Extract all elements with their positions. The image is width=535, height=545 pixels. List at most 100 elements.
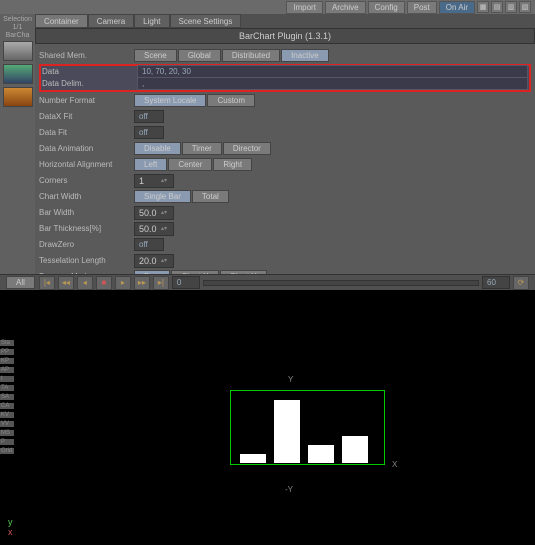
plugin-icon-3[interactable] (3, 87, 33, 107)
progmode-chartx[interactable]: Chart X (171, 270, 218, 274)
vlbl: I (0, 376, 14, 382)
sharedmem-label: Shared Mem. (39, 51, 134, 60)
axis-y-label: Y (288, 375, 293, 384)
scope-global[interactable]: Global (178, 49, 221, 62)
corners-input[interactable]: 1▴▾ (134, 174, 174, 188)
time-current[interactable]: 0 (172, 276, 200, 289)
datafit-toggle[interactable]: off (134, 126, 164, 139)
vlbl: P (0, 439, 14, 445)
bwidth-label: Bar Width (39, 208, 134, 217)
layout4-icon[interactable]: ▧ (519, 1, 531, 13)
gizmo-x-icon: x (8, 527, 13, 537)
cwidth-label: Chart Width (39, 192, 134, 201)
bthick-input[interactable]: 50.0▴▾ (134, 222, 174, 236)
axis-neg-y-label: -Y (285, 485, 293, 494)
bar-1 (240, 454, 266, 463)
anim-director[interactable]: Director (223, 142, 271, 155)
goto-end-icon[interactable]: ▸| (153, 276, 169, 290)
dataxfit-toggle[interactable]: off (134, 110, 164, 123)
anim-label: Data Animation (39, 144, 134, 153)
delim-label: Data Delim. (42, 79, 137, 88)
corners-label: Corners (39, 176, 134, 185)
timeline-all[interactable]: All (6, 276, 35, 289)
bar-2 (274, 400, 300, 463)
plugin-icon-1[interactable] (3, 41, 33, 61)
vlbl: KV (0, 412, 14, 418)
3d-viewport[interactable]: Sta PP KP AP I TA SA CA KV VV MS P Grid … (0, 290, 535, 545)
layout3-icon[interactable]: ▥ (505, 1, 517, 13)
cwidth-total[interactable]: Total (192, 190, 229, 203)
tab-container[interactable]: Container (35, 14, 88, 28)
drawzero-label: DrawZero (39, 240, 134, 249)
plugin-icon-2[interactable] (3, 64, 33, 84)
properties-panel: Shared Mem. Scene Global Distributed Ina… (35, 44, 535, 274)
viewport-labels: Sta PP KP AP I TA SA CA KV VV MS P Grid (0, 340, 14, 454)
axis-gizmo: y x (8, 517, 13, 537)
bar-3 (308, 445, 334, 463)
stop-icon[interactable]: ■ (96, 276, 112, 290)
scope-inactive[interactable]: Inactive (281, 49, 329, 62)
post-button[interactable]: Post (407, 1, 437, 14)
halign-center[interactable]: Center (168, 158, 212, 171)
step-back-icon[interactable]: ◂◂ (58, 276, 74, 290)
progmode-label: ProgressMode (39, 272, 134, 274)
progmode-bars[interactable]: Bars (134, 270, 170, 274)
scope-scene[interactable]: Scene (134, 49, 177, 62)
tab-scene-settings[interactable]: Scene Settings (170, 14, 242, 28)
vlbl: PP (0, 349, 14, 355)
data-label: Data (42, 67, 137, 76)
time-end[interactable]: 60 (482, 276, 510, 289)
selection-item: BarCha (2, 32, 33, 39)
selection-sidebar: Selection 1/1 BarCha (0, 14, 35, 274)
play-icon[interactable]: ▸ (115, 276, 131, 290)
bar-4 (342, 436, 368, 463)
bthick-label: Bar Thickness[%] (39, 224, 134, 233)
delim-input[interactable]: , (137, 77, 528, 90)
gizmo-y-icon: y (8, 517, 13, 527)
layout2-icon[interactable]: ▤ (491, 1, 503, 13)
goto-start-icon[interactable]: |◂ (39, 276, 55, 290)
play-rev-icon[interactable]: ◂ (77, 276, 93, 290)
selection-label: Selection (2, 16, 33, 23)
editor-tabs: Container Camera Light Scene Settings (35, 14, 535, 28)
numfmt-system[interactable]: System Locale (134, 94, 206, 107)
bar-chart (240, 400, 380, 463)
vlbl: Sta (0, 340, 14, 346)
vlbl: SA (0, 394, 14, 400)
numfmt-label: Number Format (39, 96, 134, 105)
tesslen-input[interactable]: 20.0▴▾ (134, 254, 174, 268)
drawzero-toggle[interactable]: off (134, 238, 164, 251)
layout1-icon[interactable]: ▦ (477, 1, 489, 13)
vlbl: VV (0, 421, 14, 427)
vlbl: MS (0, 430, 14, 436)
vlbl: TA (0, 385, 14, 391)
datafit-label: Data Fit (39, 128, 134, 137)
vlbl: Grid (0, 448, 14, 454)
vlbl: AP (0, 367, 14, 373)
tab-camera[interactable]: Camera (88, 14, 134, 28)
halign-left[interactable]: Left (134, 158, 167, 171)
selection-count: 1/1 (2, 24, 33, 31)
scope-distributed[interactable]: Distributed (222, 49, 280, 62)
top-menubar: Import Archive Config Post On Air ▦ ▤ ▥ … (0, 0, 535, 14)
vlbl: KP (0, 358, 14, 364)
tesslen-label: Tesselation Length (39, 256, 134, 265)
loop-icon[interactable]: ⟳ (513, 276, 529, 290)
plugin-title: BarChart Plugin (1.3.1) (35, 28, 535, 44)
timeline-bar: All |◂ ◂◂ ◂ ■ ▸ ▸▸ ▸| 0 60 ⟳ (0, 274, 535, 290)
halign-right[interactable]: Right (213, 158, 252, 171)
numfmt-custom[interactable]: Custom (207, 94, 255, 107)
import-button[interactable]: Import (286, 1, 323, 14)
cwidth-single[interactable]: Single Bar (134, 190, 191, 203)
config-button[interactable]: Config (368, 1, 405, 14)
archive-button[interactable]: Archive (325, 1, 366, 14)
anim-disable[interactable]: Disable (134, 142, 181, 155)
bwidth-input[interactable]: 50.0▴▾ (134, 206, 174, 220)
onair-button[interactable]: On Air (439, 1, 475, 14)
tab-light[interactable]: Light (134, 14, 169, 28)
halign-label: Horizontal Alignment (39, 160, 134, 169)
anim-timer[interactable]: Timer (182, 142, 222, 155)
progmode-charty[interactable]: Chart Y (220, 270, 267, 274)
timeline-slider[interactable] (203, 280, 479, 286)
step-fwd-icon[interactable]: ▸▸ (134, 276, 150, 290)
